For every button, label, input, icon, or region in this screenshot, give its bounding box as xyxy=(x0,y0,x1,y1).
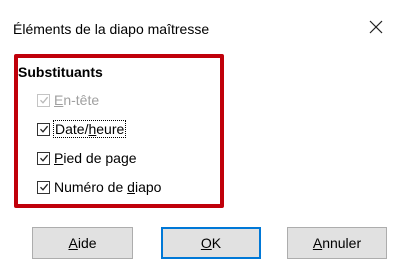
close-button[interactable] xyxy=(365,16,387,38)
master-elements-dialog: Éléments de la diapo maîtresse Substitua… xyxy=(0,0,397,271)
footer-checkbox-box[interactable] xyxy=(37,151,50,165)
placeholders-group-label: Substituants xyxy=(18,64,103,80)
header-checkbox-box[interactable] xyxy=(37,93,50,107)
checkmark-icon xyxy=(39,183,48,191)
cancel-button-label: Annuler xyxy=(312,235,362,251)
checkmark-icon xyxy=(39,154,48,162)
help-button-label: Aide xyxy=(68,235,97,251)
slide-number-checkbox-box[interactable] xyxy=(37,180,50,194)
checkmark-icon xyxy=(39,125,48,133)
ok-button-label: OK xyxy=(200,235,222,251)
dialog-title: Éléments de la diapo maîtresse xyxy=(13,21,210,37)
header-checkbox[interactable]: En-tête xyxy=(37,90,99,110)
ok-button[interactable]: OK xyxy=(161,227,261,259)
slide-number-checkbox-label: Numéro de diapo xyxy=(54,179,162,195)
cancel-button[interactable]: Annuler xyxy=(287,227,387,259)
help-button[interactable]: Aide xyxy=(32,227,133,259)
close-icon xyxy=(369,20,383,34)
header-checkbox-label: En-tête xyxy=(54,92,100,108)
checkmark-icon xyxy=(39,96,48,104)
date-time-checkbox[interactable]: Date/heure xyxy=(37,119,127,139)
footer-checkbox-label: Pied de page xyxy=(54,150,137,166)
date-time-checkbox-box[interactable] xyxy=(37,122,50,136)
date-time-checkbox-label: Date/heure xyxy=(52,120,127,138)
footer-checkbox[interactable]: Pied de page xyxy=(37,148,137,168)
slide-number-checkbox[interactable]: Numéro de diapo xyxy=(37,177,161,197)
